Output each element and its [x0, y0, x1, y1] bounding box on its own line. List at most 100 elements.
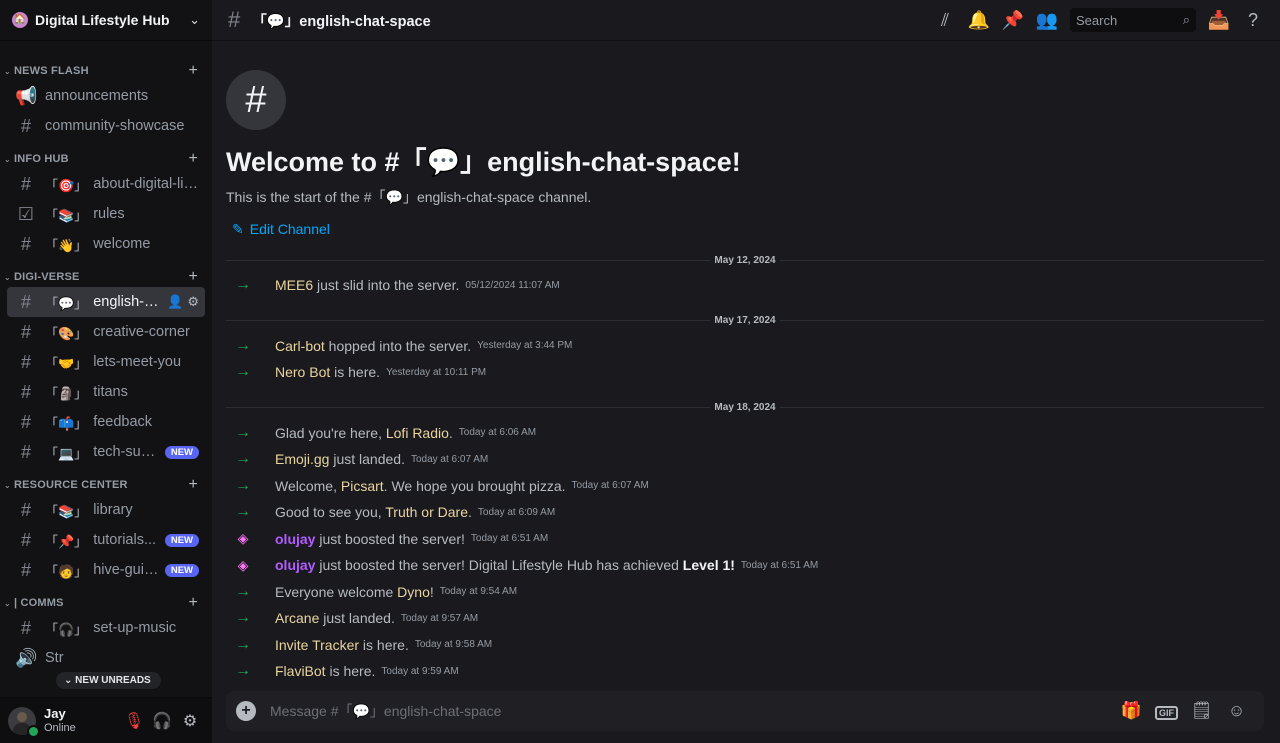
server-header[interactable]: 🏠 Digital Lifestyle Hub ⌄ [0, 0, 212, 41]
member-name[interactable]: Arcane [275, 610, 319, 626]
message-suffix: is here. [359, 636, 409, 653]
sidebar-channel[interactable]: # 「💬」 english-ch...👤⚙ [7, 287, 205, 317]
channel-type-icon: # [20, 529, 31, 550]
member-name[interactable]: Invite Tracker [275, 637, 359, 653]
message-suffix: is here. [330, 364, 381, 381]
member-name[interactable]: olujay [275, 557, 315, 573]
sidebar-channel[interactable]: # 「🎨」 creative-corner [7, 317, 205, 347]
message-composer[interactable]: + Message #「💬」english-chat-space 🎁 GIF 🗒… [226, 691, 1264, 731]
message-suffix: just boosted the server! Digital Lifesty… [315, 557, 683, 574]
channel-emoji: 「📌」 [45, 533, 88, 549]
message-suffix: . We hope you brought pizza. [383, 477, 566, 494]
category-header[interactable]: ⌄ RESOURCE CENTER + [0, 475, 212, 495]
member-name[interactable]: Picsart [341, 478, 384, 494]
message-prefix: Good to see you, [275, 504, 386, 521]
sidebar-channel[interactable]: # 「🎧」 set-up-music [7, 613, 205, 643]
add-channel-icon[interactable]: + [188, 150, 198, 168]
member-name[interactable]: olujay [275, 531, 315, 547]
channel-emoji: 「🤝」 [45, 355, 88, 371]
channel-emoji: 「💻」 [45, 445, 88, 461]
sidebar-channel[interactable]: # 「💻」 tech-sup... NEW [7, 437, 205, 467]
category-header[interactable]: ⌄ | COMMS + [0, 593, 212, 613]
inbox-icon[interactable]: 📥 [1202, 10, 1236, 31]
mute-microphone-icon[interactable]: 🎙 [120, 711, 148, 731]
search-input[interactable]: Search ⌕ [1070, 8, 1196, 32]
message-timestamp: Today at 6:51 AM [740, 559, 819, 571]
system-message: ◈ olujay just boosted the server! Today at… [226, 526, 1264, 553]
category-header[interactable]: ⌄ NEWS FLASH + [0, 61, 212, 81]
sidebar-channel[interactable]: ☑ 「📚」 rules [7, 199, 205, 229]
gif-button[interactable]: GIF [1149, 701, 1184, 721]
search-icon: ⌕ [1182, 12, 1190, 27]
system-message: → Nero Bot is here. Yesterday at 10:11 PM [226, 359, 1264, 386]
category-label: DIGI-VERSE [14, 271, 80, 283]
message-suffix: . [448, 424, 453, 441]
sidebar-channel[interactable]: # 「📚」 library [7, 495, 205, 525]
emoji-icon[interactable]: ☺ [1219, 701, 1254, 721]
edit-channel-label: Edit Channel [249, 221, 330, 237]
member-name[interactable]: MEE6 [275, 277, 313, 293]
sidebar-channel[interactable]: # community-showcase [7, 111, 205, 141]
category-header[interactable]: ⌄ INFO HUB + [0, 149, 212, 169]
chevron-down-icon: ⌄ [4, 154, 11, 164]
headphones-icon[interactable]: 🎧 [148, 711, 176, 731]
member-name[interactable]: Nero Bot [275, 364, 330, 380]
member-name[interactable]: Truth or Dare [385, 504, 468, 520]
user-info[interactable]: Jay Online [44, 706, 120, 735]
sidebar-channel[interactable]: # 「📫」 feedback [7, 407, 205, 437]
divider-date: May 17, 2024 [714, 315, 776, 326]
channel-name: lets-meet-you [93, 354, 182, 370]
sidebar-channel[interactable]: # 「🧑」 hive-guid... NEW [7, 555, 205, 585]
sidebar-channel[interactable]: # 「📌」 tutorials... NEW [7, 525, 205, 555]
sidebar-channel[interactable]: # 「🗿」 titans [7, 377, 205, 407]
gear-icon[interactable]: ⚙ [176, 711, 204, 731]
bell-icon[interactable]: 🔔 [962, 10, 996, 31]
add-channel-icon[interactable]: + [188, 268, 198, 286]
join-arrow-icon: → [235, 423, 251, 441]
sidebar-channel[interactable]: 🔊 Str [7, 643, 205, 673]
message-text: Emoji.gg just landed. [275, 451, 405, 467]
message-text: Nero Bot is here. [275, 364, 380, 380]
member-name[interactable]: Dyno [397, 584, 430, 600]
member-name[interactable]: Carl-bot [275, 338, 325, 354]
join-arrow-icon: → [235, 476, 251, 494]
message-timestamp: Today at 9:57 AM [400, 612, 479, 624]
gear-icon[interactable]: ⚙ [187, 294, 199, 310]
threads-icon[interactable]: ⫽ [928, 10, 962, 31]
add-channel-icon[interactable]: + [188, 594, 198, 612]
sidebar-channel[interactable]: 📢 announcements [7, 81, 205, 111]
help-icon[interactable]: ? [1236, 10, 1270, 31]
join-arrow-icon: → [235, 635, 251, 653]
category-label: RESOURCE CENTER [14, 479, 128, 491]
message-timestamp: Today at 9:54 AM [439, 586, 518, 598]
member-name[interactable]: Emoji.gg [275, 451, 329, 467]
message-input[interactable]: Message #「💬」english-chat-space [270, 701, 1114, 721]
add-attachment-icon[interactable]: + [236, 701, 256, 721]
channel-name: library [93, 502, 133, 518]
sidebar-channel[interactable]: # 「🤝」 lets-meet-you [7, 347, 205, 377]
sidebar-channel[interactable]: # 「👋」 welcome [7, 229, 205, 259]
add-channel-icon[interactable]: + [188, 62, 198, 80]
message-timestamp: 05/12/2024 11:07 AM [465, 279, 560, 291]
pencil-icon: ✎ [232, 221, 244, 237]
message-timestamp: Today at 6:07 AM [571, 480, 649, 492]
add-member-icon[interactable]: 👤 [167, 294, 183, 310]
members-icon[interactable]: 👥 [1030, 10, 1064, 31]
sticker-icon[interactable]: 🗒 [1184, 701, 1219, 721]
new-unreads-pill[interactable]: ⌄ NEW UNREADS [56, 672, 161, 689]
category-header[interactable]: ⌄ DIGI-VERSE + [0, 267, 212, 287]
category-label: INFO HUB [14, 153, 69, 165]
member-name[interactable]: FlaviBot [275, 663, 326, 679]
pin-icon[interactable]: 📌 [996, 10, 1030, 31]
boost-icon: ◈ [237, 530, 249, 547]
gift-icon[interactable]: 🎁 [1114, 701, 1149, 721]
add-channel-icon[interactable]: + [188, 476, 198, 494]
edit-channel-link[interactable]: ✎ Edit Channel [232, 221, 1264, 238]
message-text: olujay just boosted the server! Digital … [275, 557, 735, 573]
channel-name: set-up-music [93, 620, 177, 636]
member-name[interactable]: Lofi Radio [386, 425, 449, 441]
chevron-down-icon[interactable]: ⌄ [189, 12, 200, 28]
channel-type-icon: # [20, 173, 31, 194]
sidebar-channel[interactable]: # 「🎯」 about-digital-lif... [7, 169, 205, 199]
channel-type-icon: # [20, 233, 31, 254]
